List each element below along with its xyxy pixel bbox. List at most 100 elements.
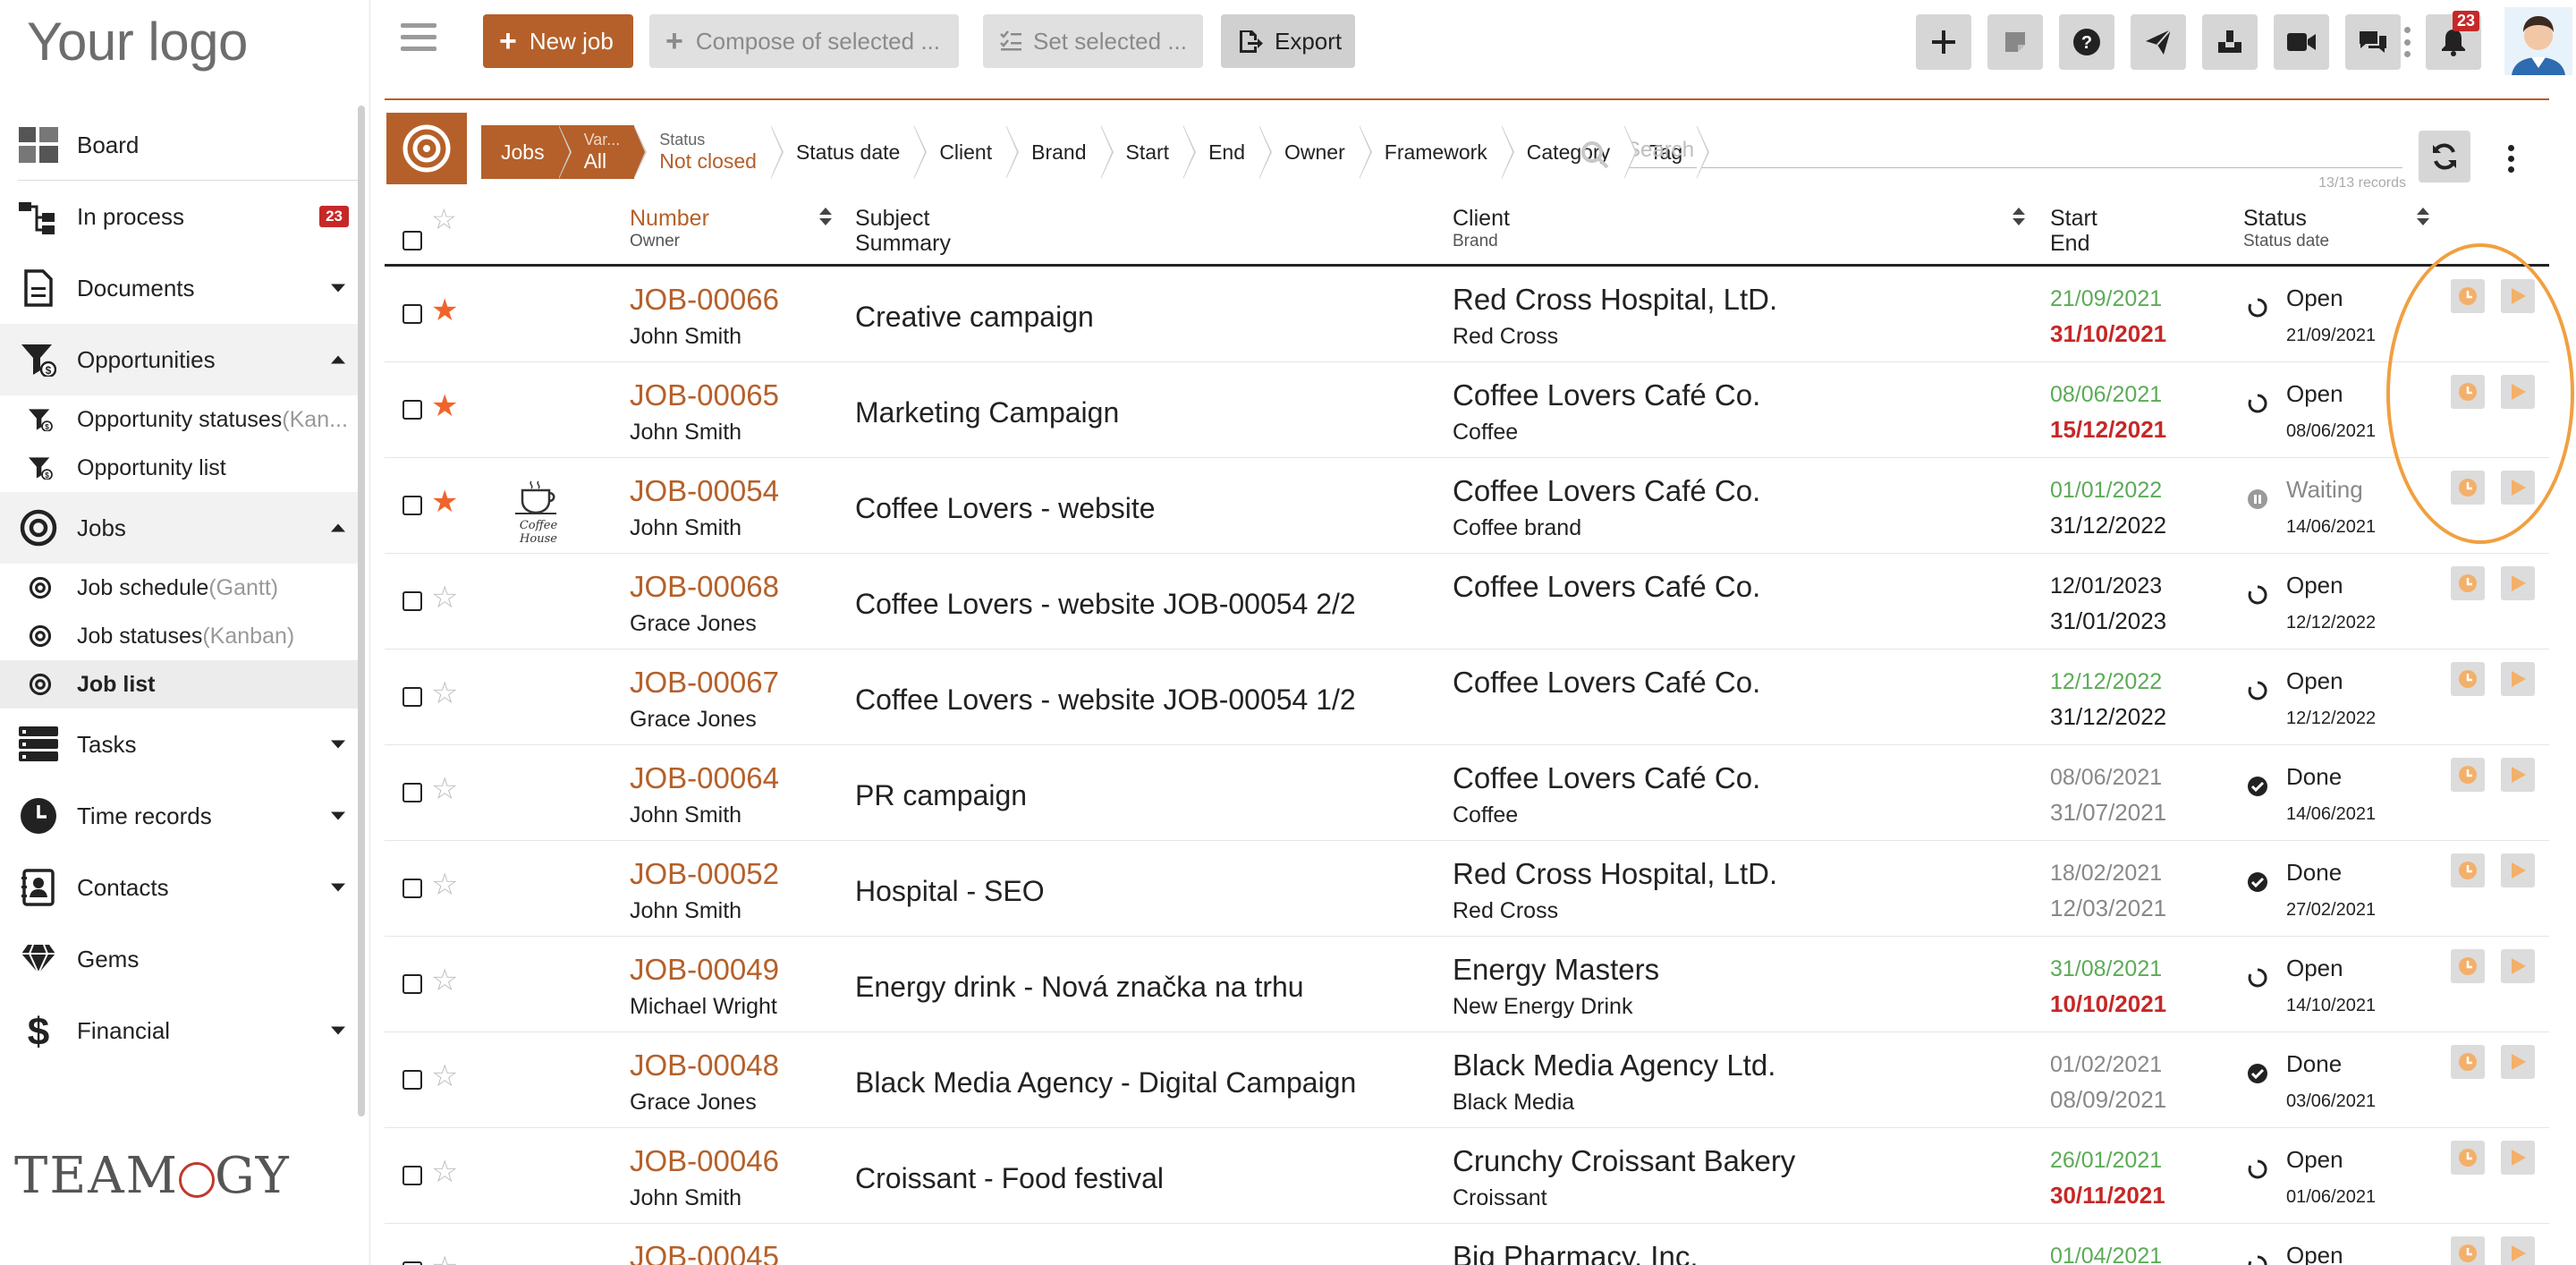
job-number-link[interactable]: JOB-00067 bbox=[630, 666, 779, 700]
table-row[interactable]: ☆ JOB-00064 John Smith PR campaign Coffee Lo… bbox=[385, 745, 2549, 841]
star-outline-icon[interactable]: ☆ bbox=[431, 1061, 458, 1091]
job-status[interactable]: Done bbox=[2286, 1050, 2342, 1078]
job-subject[interactable]: Marketing Campaign bbox=[855, 396, 1119, 429]
add-button[interactable] bbox=[1916, 14, 1971, 70]
job-subject[interactable]: Coffee Lovers - website JOB-00054 1/2 bbox=[855, 683, 1356, 717]
client-sort-icon[interactable] bbox=[2012, 208, 2025, 227]
sidebar-item-in-process[interactable]: In process 23 bbox=[0, 181, 358, 252]
job-status[interactable]: Open bbox=[2286, 284, 2343, 312]
start-timer-button[interactable] bbox=[2501, 758, 2535, 792]
row-checkbox[interactable] bbox=[402, 974, 422, 994]
time-record-button[interactable] bbox=[2451, 1141, 2485, 1175]
job-number-link[interactable]: JOB-00068 bbox=[630, 570, 779, 604]
filter-brand[interactable]: Brand bbox=[1006, 125, 1114, 179]
number-sort-icon[interactable] bbox=[819, 208, 832, 227]
start-timer-button[interactable] bbox=[2501, 566, 2535, 600]
table-row[interactable]: ★ Coffee House JOB-00054 John Smith Coffee L… bbox=[385, 458, 2549, 554]
star-outline-icon[interactable]: ☆ bbox=[431, 965, 458, 996]
start-timer-button[interactable] bbox=[2501, 853, 2535, 887]
job-subject[interactable]: Creative campaign bbox=[855, 301, 1094, 334]
caret-down-icon[interactable] bbox=[331, 740, 345, 749]
sidebar-scrollbar[interactable] bbox=[358, 106, 365, 1116]
caret-up-icon[interactable] bbox=[331, 523, 345, 532]
time-record-button[interactable] bbox=[2451, 758, 2485, 792]
search-input[interactable] bbox=[1626, 132, 2402, 168]
start-timer-button[interactable] bbox=[2501, 1045, 2535, 1079]
job-status[interactable]: Open bbox=[2286, 1146, 2343, 1174]
row-checkbox[interactable] bbox=[402, 879, 422, 898]
job-number-link[interactable]: JOB-00065 bbox=[630, 378, 779, 412]
start-timer-button[interactable] bbox=[2501, 279, 2535, 313]
start-timer-button[interactable] bbox=[2501, 662, 2535, 696]
time-record-button[interactable] bbox=[2451, 1236, 2485, 1265]
table-row[interactable]: ☆ JOB-00045 Big Pharmacy, Inc. 01/04/2021 Op… bbox=[385, 1224, 2549, 1265]
set-selected-button[interactable]: Set selected ... bbox=[983, 14, 1203, 68]
start-timer-button[interactable] bbox=[2501, 1236, 2535, 1265]
start-timer-button[interactable] bbox=[2501, 949, 2535, 983]
status-column-header[interactable]: Status Status date bbox=[2243, 206, 2329, 252]
star-outline-icon[interactable]: ☆ bbox=[431, 1252, 458, 1265]
job-number-link[interactable]: JOB-00052 bbox=[630, 857, 779, 891]
help-button[interactable]: ? bbox=[2059, 14, 2114, 70]
table-row[interactable]: ☆ JOB-00068 Grace Jones Coffee Lovers - web… bbox=[385, 554, 2549, 649]
status-sort-icon[interactable] bbox=[2417, 208, 2429, 227]
time-record-button[interactable] bbox=[2451, 566, 2485, 600]
sidebar-item-job-list[interactable]: Job list bbox=[0, 660, 358, 709]
notes-button[interactable] bbox=[1987, 14, 2043, 70]
notifications-button[interactable]: 23 bbox=[2426, 11, 2481, 70]
table-row[interactable]: ★ JOB-00066 John Smith Creative campaign Red… bbox=[385, 267, 2549, 362]
favorite-header-star-icon[interactable]: ☆ bbox=[431, 202, 457, 236]
time-record-button[interactable] bbox=[2451, 471, 2485, 505]
star-outline-icon[interactable]: ☆ bbox=[431, 582, 458, 613]
sidebar-item-opportunity-list[interactable]: $ Opportunity list bbox=[0, 444, 358, 492]
start-timer-button[interactable] bbox=[2501, 1141, 2535, 1175]
star-outline-icon[interactable]: ☆ bbox=[431, 678, 458, 709]
row-checkbox[interactable] bbox=[402, 400, 422, 420]
star-filled-icon[interactable]: ★ bbox=[431, 295, 458, 326]
job-number-link[interactable]: JOB-00064 bbox=[630, 761, 779, 795]
video-button[interactable] bbox=[2274, 14, 2329, 70]
sidebar-item-gems[interactable]: Gems bbox=[0, 923, 358, 995]
start-timer-button[interactable] bbox=[2501, 471, 2535, 505]
table-row[interactable]: ☆ JOB-00067 Grace Jones Coffee Lovers - web… bbox=[385, 649, 2549, 745]
sidebar-item-board[interactable]: Board bbox=[0, 109, 358, 181]
row-checkbox[interactable] bbox=[402, 591, 422, 611]
inbox-button[interactable] bbox=[2202, 14, 2258, 70]
row-checkbox[interactable] bbox=[402, 1261, 422, 1265]
star-outline-icon[interactable]: ☆ bbox=[431, 774, 458, 804]
compose-selected-button[interactable]: + Compose of selected ... bbox=[649, 14, 959, 68]
table-row[interactable]: ☆ JOB-00048 Grace Jones Black Media Agency … bbox=[385, 1032, 2549, 1128]
job-number-link[interactable]: JOB-00049 bbox=[630, 953, 779, 987]
job-subject[interactable]: Coffee Lovers - website JOB-00054 2/2 bbox=[855, 588, 1356, 621]
sidebar-item-time-records[interactable]: Time records bbox=[0, 780, 358, 852]
job-subject[interactable]: Hospital - SEO bbox=[855, 875, 1045, 908]
time-record-button[interactable] bbox=[2451, 853, 2485, 887]
job-number-link[interactable]: JOB-00045 bbox=[630, 1240, 779, 1265]
hamburger-menu-icon[interactable] bbox=[401, 23, 436, 59]
row-checkbox[interactable] bbox=[402, 1070, 422, 1090]
sidebar-item-job-statuses[interactable]: Job statuses (Kanban) bbox=[0, 612, 358, 660]
user-avatar[interactable] bbox=[2504, 7, 2572, 75]
sidebar-item-opportunities[interactable]: $ Opportunities bbox=[0, 324, 358, 395]
row-checkbox[interactable] bbox=[402, 687, 422, 707]
filter-jobs[interactable]: Jobs bbox=[481, 125, 572, 179]
refresh-button[interactable] bbox=[2419, 131, 2470, 183]
time-record-button[interactable] bbox=[2451, 662, 2485, 696]
job-status[interactable]: Done bbox=[2286, 763, 2342, 791]
sidebar-item-job-schedule[interactable]: Job schedule (Gantt) bbox=[0, 564, 358, 612]
filter-client[interactable]: Client bbox=[914, 125, 1019, 179]
job-subject[interactable]: Black Media Agency - Digital Campaign bbox=[855, 1066, 1356, 1099]
job-subject[interactable]: Coffee Lovers - website bbox=[855, 492, 1156, 525]
caret-up-icon[interactable] bbox=[331, 355, 345, 364]
filter-owner[interactable]: Owner bbox=[1259, 125, 1372, 179]
job-subject[interactable]: PR campaign bbox=[855, 779, 1027, 812]
time-record-button[interactable] bbox=[2451, 949, 2485, 983]
job-subject[interactable]: Energy drink - Nová značka na trhu bbox=[855, 971, 1304, 1004]
star-filled-icon[interactable]: ★ bbox=[431, 487, 458, 517]
job-status[interactable]: Open bbox=[2286, 380, 2343, 408]
export-button[interactable]: Export bbox=[1221, 14, 1355, 68]
filter-framework[interactable]: Framework bbox=[1359, 125, 1514, 179]
sidebar-item-contacts[interactable]: Contacts bbox=[0, 852, 358, 923]
filter-status-date[interactable]: Status date bbox=[770, 125, 928, 179]
table-row[interactable]: ★ JOB-00065 John Smith Marketing Campaign Co… bbox=[385, 362, 2549, 458]
